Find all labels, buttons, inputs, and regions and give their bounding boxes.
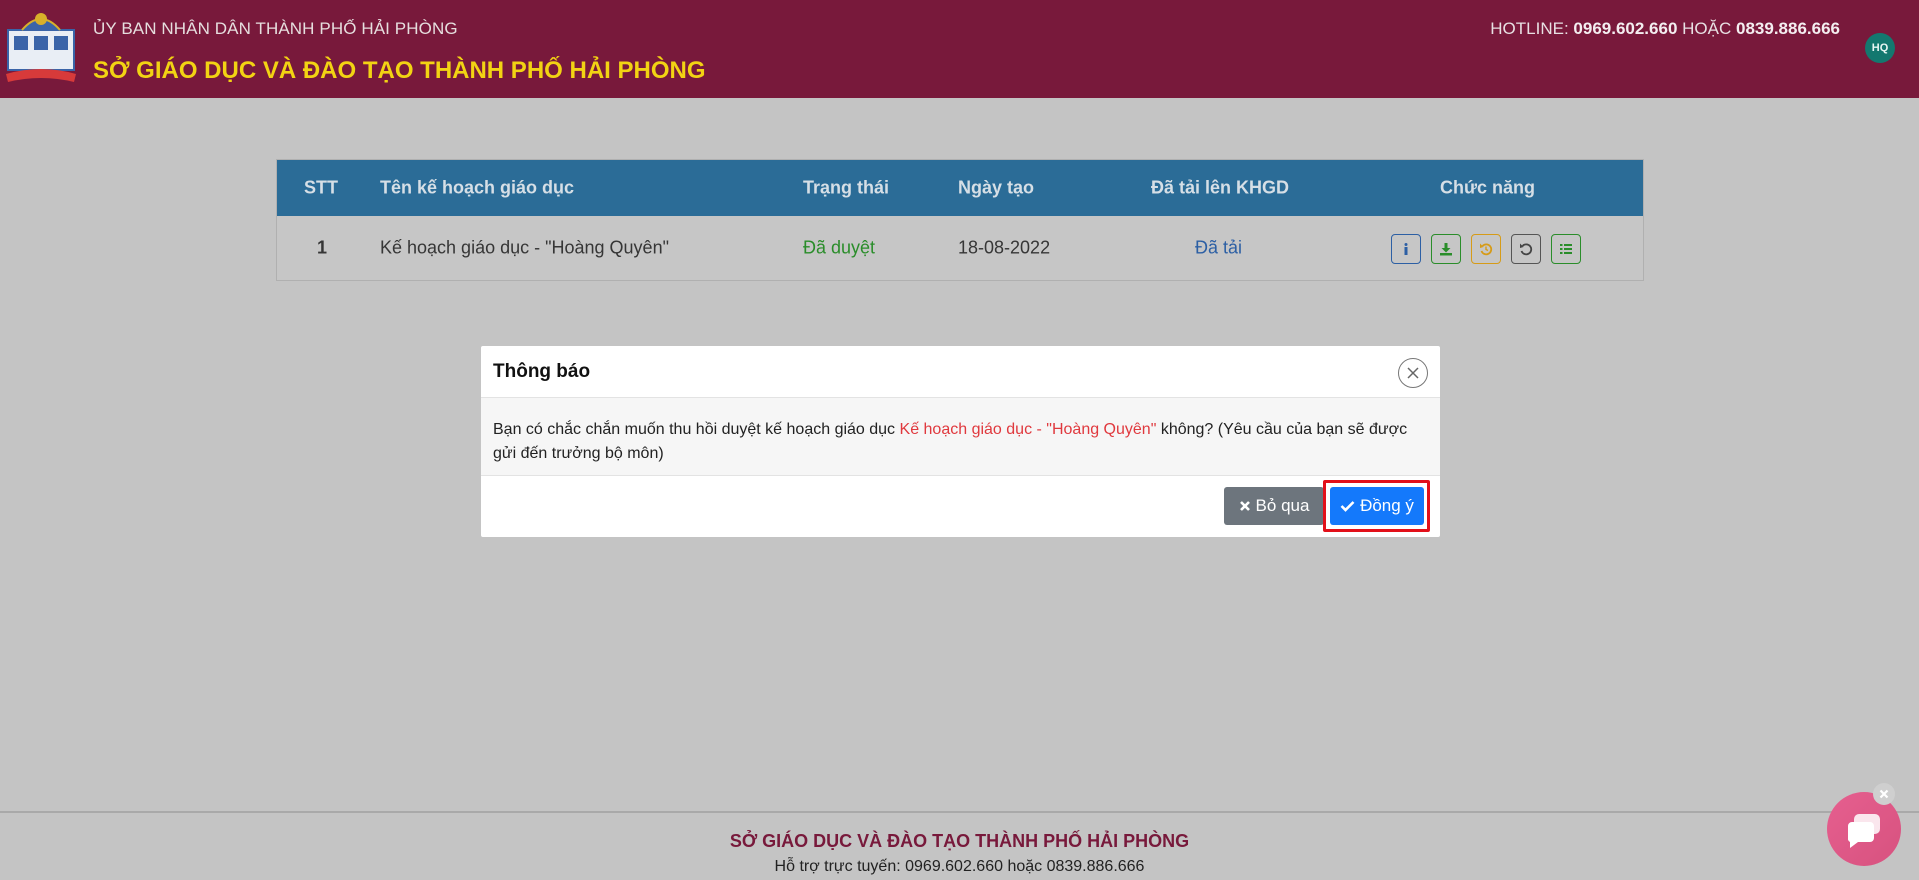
reset-icon [1520,243,1533,256]
close-icon [1407,367,1419,379]
revoke-approval-button[interactable] [1471,234,1501,264]
info-icon [1404,243,1408,255]
row-stt: 1 [317,237,328,258]
col-stt: STT [304,177,338,198]
confirm-button[interactable]: Đồng ý [1330,487,1424,525]
download-icon [1440,243,1452,256]
row-status: Đã duyệt [803,237,876,258]
hotline-number-2: 0839.886.666 [1736,19,1840,38]
chat-icon [1847,814,1880,848]
col-functions: Chức năng [1440,177,1536,198]
confirm-button-label: Đồng ý [1360,496,1414,515]
col-plan-name: Tên kế hoạch giáo dục [380,177,575,198]
check-icon [1340,501,1355,512]
row-actions [1391,234,1581,264]
cancel-button-label: Bỏ qua [1255,496,1310,515]
dialog-title: Thông báo [493,361,591,382]
col-status: Trạng thái [803,177,890,198]
info-button[interactable] [1391,234,1421,264]
dialog-close-button[interactable] [1398,358,1428,388]
list-icon [1560,244,1572,254]
download-button[interactable] [1431,234,1461,264]
col-created-date: Ngày tạo [958,177,1035,198]
site-footer: SỞ GIÁO DỤC VÀ ĐÀO TẠO THÀNH PHỐ HẢI PHÒ… [0,811,1919,880]
footer-support: Hỗ trợ trực tuyến: 0969.602.660 hoặc 083… [774,858,1145,875]
hotline-or: HOẶC [1682,19,1732,38]
list-button[interactable] [1551,234,1581,264]
dialog-message: Bạn có chắc chắn muốn thu hồi duyệt kế h… [481,398,1440,476]
reset-button[interactable] [1511,234,1541,264]
row-uploaded-link[interactable]: Đã tải [1195,238,1242,259]
site-header: ỦY BAN NHÂN DÂN THÀNH PHỐ HẢI PHÒNG SỞ G… [0,0,1919,98]
close-icon [1879,789,1889,799]
hotline-label: HOTLINE: [1490,19,1569,38]
org-parent-name: ỦY BAN NHÂN DÂN THÀNH PHỐ HẢI PHÒNG [93,19,458,38]
cancel-button[interactable]: Bỏ qua [1224,487,1324,525]
table-row: 1 Kế hoạch giáo dục - "Hoàng Quyên" Đã d… [277,216,1643,280]
dialog-footer: Bỏ qua Đồng ý [481,476,1440,537]
hotline-number-1: 0969.602.660 [1573,19,1678,38]
col-uploaded: Đã tải lên KHGD [1151,177,1290,198]
footer-org-name: SỞ GIÁO DỤC VÀ ĐÀO TẠO THÀNH PHỐ HẢI PHÒ… [729,831,1190,851]
row-created-date: 18-08-2022 [958,237,1051,258]
row-plan-name: Kế hoạch giáo dục - "Hoàng Quyên" [380,237,669,258]
x-icon [1239,501,1250,511]
table-header: STT Tên kế hoạch giáo dục Trạng thái Ngà… [277,160,1643,216]
chat-widget-close-button[interactable] [1873,783,1895,805]
dialog-message-prefix: Bạn có chắc chắn muốn thu hồi duyệt kế h… [493,421,896,438]
org-name[interactable]: SỞ GIÁO DỤC VÀ ĐÀO TẠO THÀNH PHỐ HẢI PHÒ… [93,57,706,85]
logo-icon[interactable] [2,6,80,88]
dialog-plan-name: Kế hoạch giáo dục - "Hoàng Quyên" [899,421,1157,438]
dialog-header: Thông báo [481,346,1440,398]
undo-icon [1480,243,1493,256]
user-avatar[interactable]: HQ [1865,33,1895,63]
hotline: HOTLINE: 0969.602.660 HOẶC 0839.886.666 [1490,19,1840,39]
plan-table: STT Tên kế hoạch giáo dục Trạng thái Ngà… [276,159,1644,281]
confirm-dialog: Thông báo Bạn có chắc chắn muốn thu hồi … [481,346,1440,537]
